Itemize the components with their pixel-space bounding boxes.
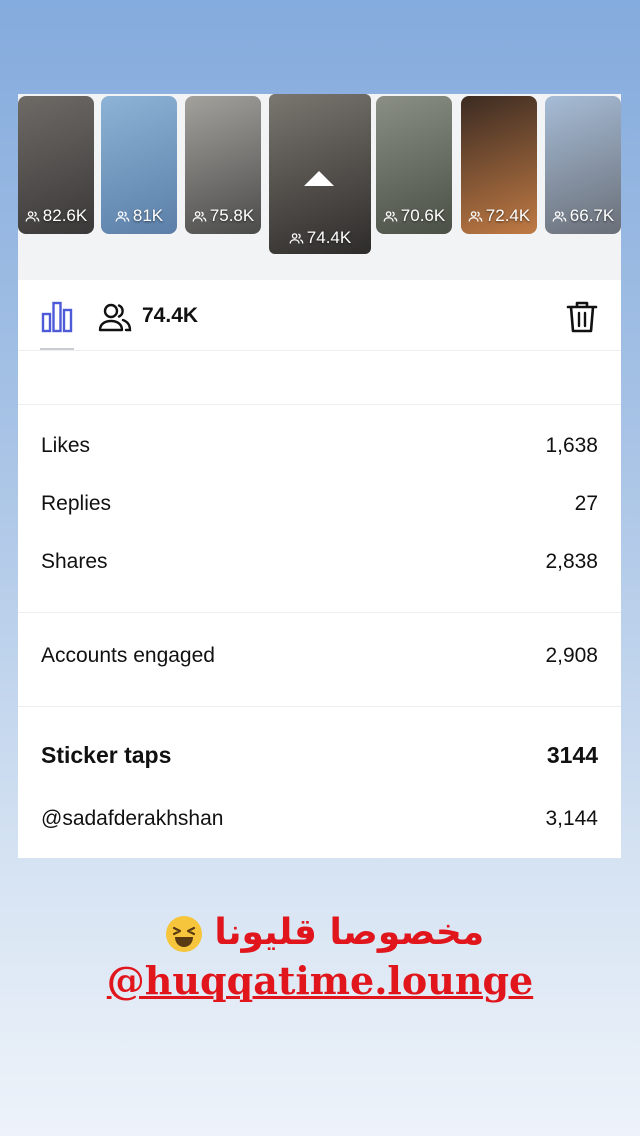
mention-sticker-text: @huqqatime.lounge xyxy=(106,958,534,1003)
story-views-count: 70.6K xyxy=(400,206,446,225)
likes-label: Likes xyxy=(41,434,91,457)
divider xyxy=(18,350,621,351)
story-views-count: 81K xyxy=(132,206,164,225)
reach-count[interactable]: 74.4K xyxy=(142,304,198,328)
likes-value: 1,638 xyxy=(545,434,598,457)
viewers-icon[interactable] xyxy=(98,302,132,332)
people-icon xyxy=(192,210,207,222)
story-views-count: 66.7K xyxy=(569,206,615,225)
story-views: 72.4K xyxy=(461,206,537,226)
story-thumbnail[interactable]: 70.6K xyxy=(376,96,452,234)
mention-sticker[interactable]: @huqqatime.lounge xyxy=(0,958,640,1003)
story-thumbnail[interactable]: 81K xyxy=(101,96,177,234)
people-icon xyxy=(289,232,304,244)
arabic-caption-text: مخصوصا قليونا xyxy=(214,912,485,953)
story-views: 75.8K xyxy=(185,206,261,226)
people-icon xyxy=(25,210,40,222)
divider xyxy=(18,612,621,613)
shares-label: Shares xyxy=(41,550,108,573)
story-views-count: 72.4K xyxy=(485,206,531,225)
arabic-caption: مخصوصا قليونا xyxy=(0,912,640,953)
accounts-engaged-label: Accounts engaged xyxy=(41,644,215,667)
mention-label: @sadafderakhshan xyxy=(41,807,224,830)
people-icon xyxy=(552,210,567,222)
story-views-count: 75.8K xyxy=(209,206,255,225)
story-views: 66.7K xyxy=(545,206,621,226)
shares-value: 2,838 xyxy=(545,550,598,573)
laughing-emoji-icon xyxy=(165,916,202,952)
sticker-taps-label: Sticker taps xyxy=(41,742,172,768)
trash-icon[interactable] xyxy=(566,300,598,334)
people-icon xyxy=(115,210,130,222)
story-views-count: 82.6K xyxy=(42,206,88,225)
insights-tab-bar: 74.4K xyxy=(18,282,621,352)
story-views: 70.6K xyxy=(376,206,452,226)
story-thumbnail[interactable]: 82.6K xyxy=(18,96,94,234)
story-views: 82.6K xyxy=(18,206,94,226)
selected-story-pointer xyxy=(304,171,334,186)
story-thumbnail[interactable]: 72.4K xyxy=(461,96,537,234)
people-icon xyxy=(383,210,398,222)
replies-value: 27 xyxy=(574,492,598,515)
story-views-count: 74.4K xyxy=(306,228,352,247)
divider xyxy=(18,404,621,405)
accounts-engaged-value: 2,908 xyxy=(545,644,598,667)
sticker-taps-value: 3144 xyxy=(546,742,598,768)
replies-label: Replies xyxy=(41,492,112,515)
mention-value: 3,144 xyxy=(545,807,598,830)
story-thumbnail[interactable]: 66.7K xyxy=(545,96,621,234)
story-views: 81K xyxy=(101,206,177,226)
bar-chart-icon[interactable] xyxy=(40,300,74,334)
people-icon xyxy=(468,210,483,222)
divider xyxy=(18,706,621,707)
story-views: 74.4K xyxy=(269,228,371,248)
story-thumbnail[interactable]: 75.8K xyxy=(185,96,261,234)
